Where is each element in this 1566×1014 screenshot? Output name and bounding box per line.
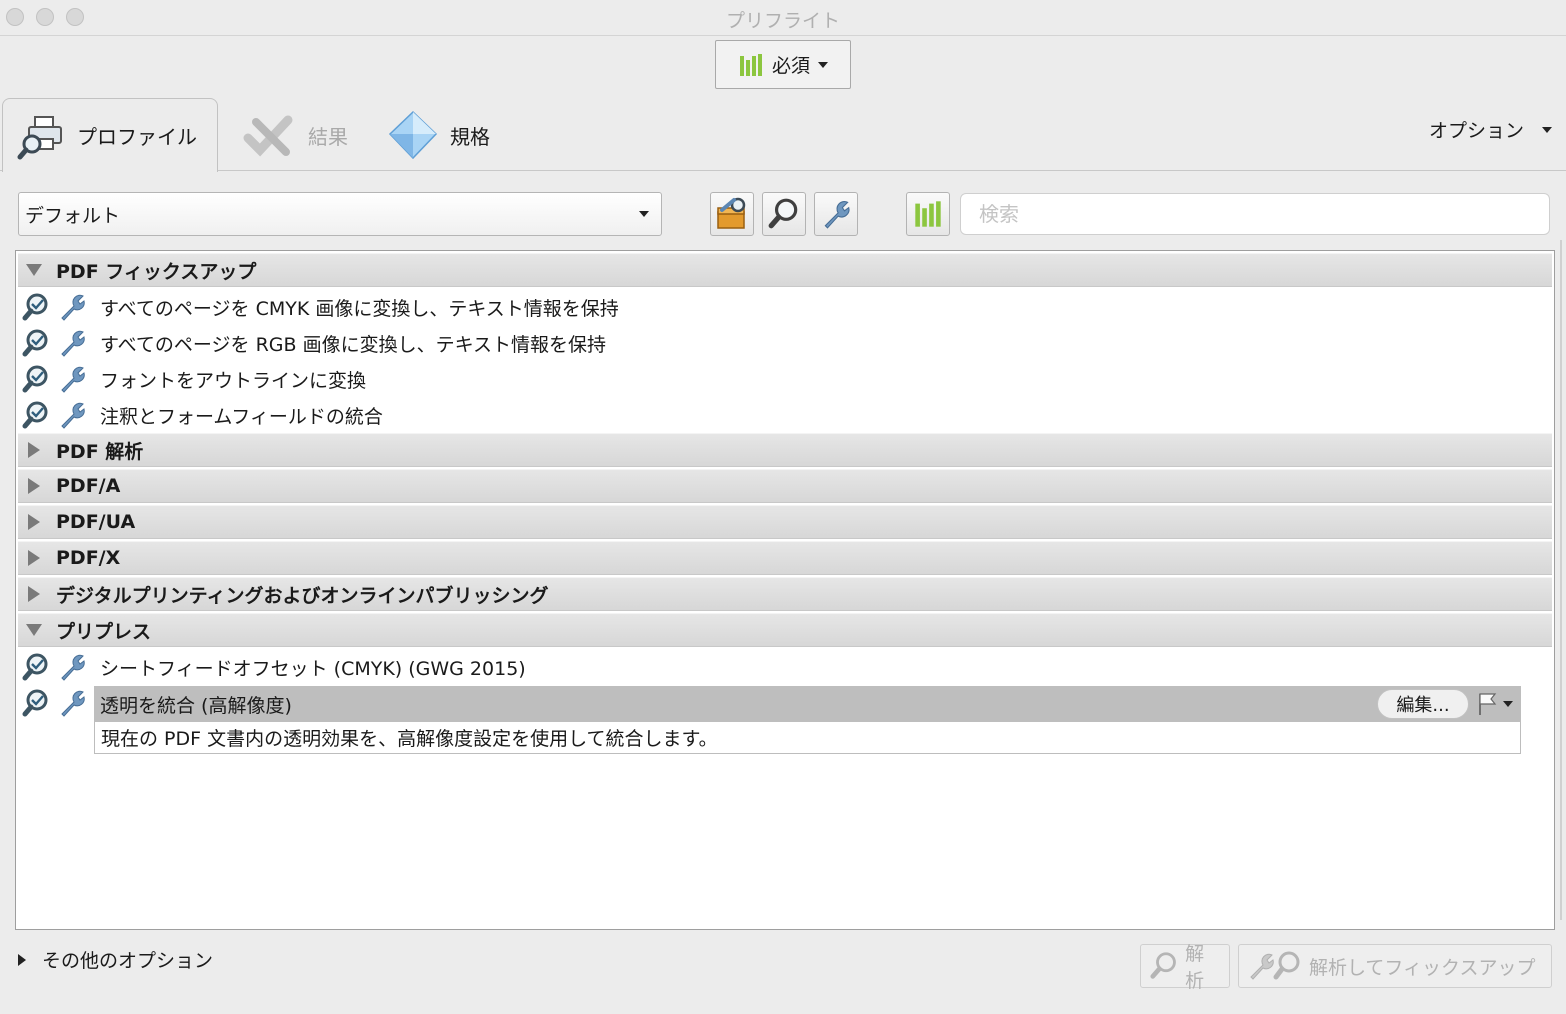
item-icons: [22, 687, 100, 719]
search-input[interactable]: [960, 193, 1550, 235]
item-icons: [22, 291, 100, 323]
wrench-icon: [56, 363, 88, 395]
wrench-icon: [56, 327, 88, 359]
list-item[interactable]: すべてのページを RGB 画像に変換し、テキスト情報を保持: [22, 325, 1542, 361]
analyze-button[interactable]: 解析: [1140, 943, 1230, 992]
more-options-toggle[interactable]: その他のオプション: [18, 946, 213, 973]
magnifier-icon: [767, 197, 801, 231]
group-label: PDF/X: [56, 547, 121, 569]
disclosure-closed-icon[interactable]: [28, 586, 40, 602]
edit-button[interactable]: 編集...: [1377, 689, 1469, 719]
list-item-label: 注釈とフォームフィールドの統合: [100, 405, 383, 428]
show-all-profiles-button[interactable]: [710, 192, 754, 236]
group-digital-printing[interactable]: デジタルプリンティングおよびオンラインパブリッシング: [18, 577, 1552, 611]
disclosure-closed-icon[interactable]: [28, 478, 40, 494]
wrench-icon: [819, 197, 853, 231]
wrench-magnifier-icon: [1250, 951, 1300, 980]
flag-icon: [1479, 693, 1497, 715]
group-label: デジタルプリンティングおよびオンラインパブリッシング: [56, 584, 549, 607]
flag-dropdown-button[interactable]: [1473, 690, 1517, 718]
tab-standards[interactable]: 規格: [372, 98, 490, 172]
item-icons: [22, 399, 100, 431]
group-label: プリプレス: [56, 620, 152, 643]
analyze-check-icon: [22, 327, 54, 359]
list-item-label: フォントをアウトラインに変換: [100, 369, 367, 392]
bars-icon: [738, 52, 764, 78]
group-label: PDF/A: [56, 475, 121, 497]
chevron-down-icon: [1542, 126, 1552, 133]
list-item[interactable]: シートフィードオフセット (CMYK) (GWG 2015): [22, 649, 1542, 685]
selected-item-icons: [22, 685, 100, 721]
group-pdf-fixups[interactable]: PDF フィックスアップ: [18, 253, 1552, 287]
analyze-check-icon: [22, 687, 54, 719]
analyze-check-icon: [22, 291, 54, 323]
analysis-profiles-button[interactable]: [762, 192, 806, 236]
disclosure-closed-icon[interactable]: [28, 442, 40, 458]
analyze-check-icon: [22, 399, 54, 431]
group-pdf-x[interactable]: PDF/X: [18, 541, 1552, 575]
tab-standards-label: 規格: [450, 124, 490, 149]
selected-item-label: 透明を統合 (高解像度): [100, 694, 292, 717]
diamond-icon: [388, 110, 438, 160]
selected-item-description: 現在の PDF 文書内の透明効果を、高解像度設定を使用して統合します。: [94, 722, 1521, 754]
list-item[interactable]: フォントをアウトラインに変換: [22, 361, 1542, 397]
group-pdf-analysis[interactable]: PDF 解析: [18, 433, 1552, 467]
bars-icon: [913, 199, 943, 229]
list-item-label: すべてのページを CMYK 画像に変換し、テキスト情報を保持: [100, 297, 619, 320]
item-icons: [22, 327, 100, 359]
group-label: PDF フィックスアップ: [56, 260, 257, 283]
wrench-icon: [56, 291, 88, 323]
disclosure-closed-icon: [18, 953, 26, 966]
analyze-check-icon: [22, 651, 54, 683]
item-icons: [22, 651, 100, 683]
wrench-icon: [56, 687, 88, 719]
list-item-label: シートフィードオフセット (CMYK) (GWG 2015): [100, 657, 526, 680]
window-title: プリフライト: [725, 10, 840, 32]
disclosure-closed-icon[interactable]: [28, 550, 40, 566]
group-pdf-a[interactable]: PDF/A: [18, 469, 1552, 503]
group-pdf-ua[interactable]: PDF/UA: [18, 505, 1552, 539]
tab-profiles-label: プロファイル: [77, 125, 197, 149]
tab-profiles[interactable]: プロファイル: [2, 98, 218, 172]
list-item[interactable]: 注釈とフォームフィールドの統合: [22, 397, 1542, 433]
options-label: オプション: [1428, 120, 1524, 142]
tab-results[interactable]: 結果: [228, 98, 348, 172]
wrench-icon: [56, 651, 88, 683]
list-item-label: すべてのページを RGB 画像に変換し、テキスト情報を保持: [100, 333, 607, 356]
panel-edge: [1560, 240, 1562, 920]
group-prepress[interactable]: プリプレス: [18, 613, 1552, 647]
chevron-down-icon: [1503, 701, 1513, 707]
chevron-down-icon: [639, 211, 649, 217]
options-menu[interactable]: オプション: [1429, 116, 1552, 143]
group-label: PDF/UA: [56, 511, 136, 533]
disclosure-closed-icon[interactable]: [28, 514, 40, 530]
item-icons: [22, 363, 100, 395]
chevron-down-icon: [818, 61, 828, 68]
mode-label: 必須: [771, 55, 810, 77]
wrench-icon: [56, 399, 88, 431]
results-check-icon: [243, 115, 293, 157]
fixup-profiles-button[interactable]: [814, 192, 858, 236]
selected-list-item[interactable]: 透明を統合 (高解像度) 編集...: [94, 686, 1521, 722]
analyze-label: 解析: [1185, 943, 1205, 992]
disclosure-open-icon[interactable]: [26, 624, 42, 636]
more-options-label: その他のオプション: [42, 950, 214, 972]
profile-list[interactable]: PDF フィックスアップ すべてのページを CMYK 画像に変換し、テキスト情報…: [15, 250, 1555, 930]
toolbox-icon: [717, 197, 746, 229]
magnifier-icon: [1150, 952, 1176, 979]
title-bar: プリフライト: [0, 0, 1566, 36]
printer-magnifier-icon: [17, 115, 62, 159]
tab-results-label: 結果: [308, 124, 348, 149]
analyze-and-fix-button[interactable]: 解析してフィックスアップ: [1238, 944, 1552, 988]
essential-profiles-button[interactable]: [906, 192, 950, 236]
disclosure-open-icon[interactable]: [26, 264, 42, 276]
profile-category-value: デフォルト: [25, 204, 121, 227]
profile-category-select[interactable]: デフォルト: [18, 192, 662, 236]
list-item[interactable]: すべてのページを CMYK 画像に変換し、テキスト情報を保持: [22, 289, 1542, 325]
mode-dropdown-button[interactable]: 必須: [715, 40, 851, 89]
analyze-and-fix-label: 解析してフィックスアップ: [1309, 956, 1536, 979]
group-label: PDF 解析: [56, 440, 144, 463]
analyze-check-icon: [22, 363, 54, 395]
